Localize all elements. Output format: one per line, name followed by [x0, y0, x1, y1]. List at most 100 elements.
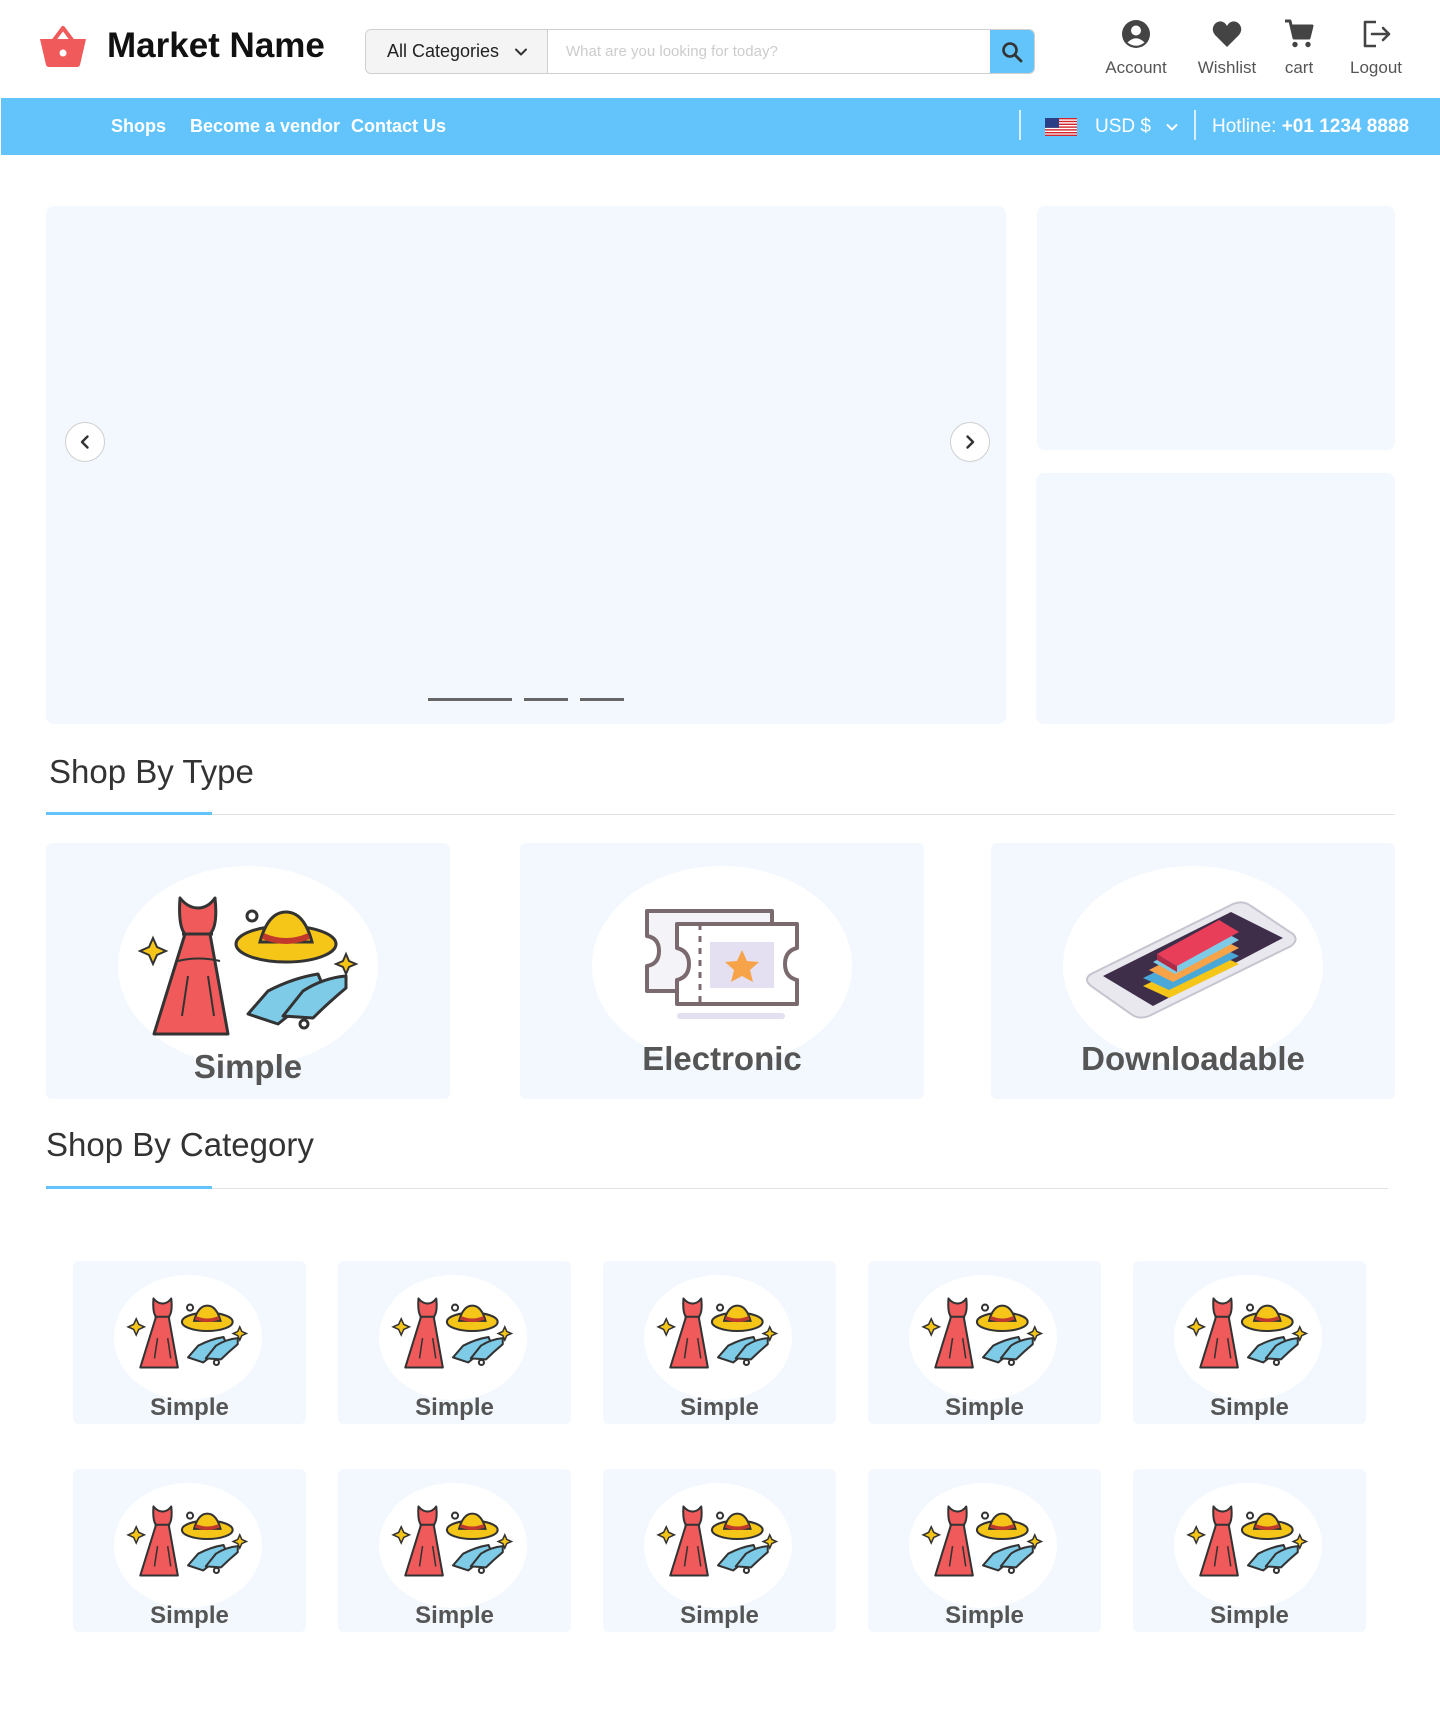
nav-divider [1019, 110, 1021, 140]
hero-carousel [46, 206, 1006, 724]
category-card-label: Simple [945, 1602, 1024, 1629]
search-bar: All Categories [365, 29, 1035, 74]
category-card-circle [909, 1483, 1057, 1608]
type-card-circle [592, 866, 852, 1066]
category-card-circle [1174, 1275, 1322, 1400]
account-button[interactable]: Account [1090, 18, 1182, 78]
chevron-right-icon [966, 435, 975, 449]
category-card-circle [379, 1483, 527, 1608]
type-card-circle [118, 866, 378, 1066]
basket-logo-icon [40, 26, 86, 67]
fashion-dress-hat-shoes-icon [921, 1297, 1044, 1369]
category-card[interactable]: Simple [868, 1261, 1101, 1424]
category-select-label: All Categories [387, 41, 500, 61]
type-card-electronic[interactable]: Electronic [520, 843, 924, 1099]
fashion-dress-hat-shoes-icon [1186, 1297, 1309, 1369]
category-card[interactable]: Simple [338, 1261, 571, 1424]
site-header: Market Name All Categories Account Wishl… [0, 0, 1440, 97]
category-card-label: Simple [415, 1394, 494, 1421]
account-label: Account [1105, 58, 1167, 77]
category-card-circle [379, 1275, 527, 1400]
shop-by-category-title: Shop By Category [46, 1126, 314, 1163]
logout-label: Logout [1350, 58, 1402, 77]
category-card[interactable]: Simple [1133, 1469, 1366, 1632]
category-card-label: Simple [945, 1394, 1024, 1421]
carousel-indicators [428, 698, 624, 701]
category-card-label: Simple [1210, 1602, 1289, 1629]
hotline-label: Hotline: [1212, 116, 1277, 137]
category-card[interactable]: Simple [603, 1261, 836, 1424]
side-banner-bottom[interactable] [1036, 473, 1395, 724]
carousel-next-button[interactable] [950, 422, 990, 462]
wishlist-label: Wishlist [1197, 58, 1257, 77]
category-select[interactable]: All Categories [366, 30, 548, 73]
type-card-label: Downloadable [1081, 1040, 1305, 1077]
fashion-dress-hat-shoes-icon [126, 1297, 249, 1369]
category-card-circle [909, 1275, 1057, 1400]
cart-button[interactable]: cart [1278, 18, 1320, 78]
shop-by-type-title: Shop By Type [49, 753, 254, 790]
fashion-dress-hat-shoes-icon [656, 1505, 779, 1577]
type-card-label: Simple [193, 1048, 303, 1085]
category-card-circle [644, 1275, 792, 1400]
chevron-down-icon [1166, 123, 1178, 130]
logout-button[interactable]: Logout [1344, 18, 1408, 78]
wishlist-button[interactable]: Wishlist [1190, 18, 1264, 78]
category-card-label: Simple [680, 1394, 759, 1421]
category-card-circle [114, 1275, 262, 1400]
side-banner-top[interactable] [1037, 206, 1395, 450]
hotline: Hotline: +01 1234 8888 [1212, 98, 1409, 155]
fashion-dress-hat-shoes-icon [391, 1505, 514, 1577]
category-card-circle [1174, 1483, 1322, 1608]
carousel-dot[interactable] [524, 698, 568, 701]
hotline-number[interactable]: +01 1234 8888 [1282, 116, 1409, 137]
logout-icon [1363, 20, 1391, 48]
fashion-dress-hat-shoes-icon [656, 1297, 779, 1369]
market-name: Market Name [107, 26, 325, 65]
fashion-dress-hat-shoes-icon [126, 1505, 249, 1577]
category-card[interactable]: Simple [603, 1469, 836, 1632]
nav-link-shops[interactable]: Shops [111, 98, 166, 155]
nav-link-become-vendor[interactable]: Become a vendor [190, 98, 340, 155]
category-card-label: Simple [1210, 1394, 1289, 1421]
ticket-star-icon [645, 909, 799, 1019]
section-accent-underline [46, 812, 212, 815]
section-divider [46, 814, 1395, 815]
category-card-circle [644, 1483, 792, 1608]
fashion-dress-hat-shoes-icon [391, 1297, 514, 1369]
nav-link-contact-us[interactable]: Contact Us [351, 98, 446, 155]
account-circle-icon [1122, 20, 1150, 48]
logo[interactable]: Market Name [38, 24, 325, 68]
fashion-dress-hat-shoes-icon [1186, 1505, 1309, 1577]
section-accent-underline [46, 1186, 212, 1189]
fashion-dress-hat-shoes-icon [137, 896, 359, 1036]
type-card-label: Electronic [642, 1040, 802, 1077]
category-card[interactable]: Simple [868, 1469, 1101, 1632]
carousel-prev-button[interactable] [65, 422, 105, 462]
category-card-label: Simple [415, 1602, 494, 1629]
cart-label: cart [1284, 58, 1314, 77]
category-card-label: Simple [680, 1602, 759, 1629]
phone-books-icon [1086, 901, 1297, 1019]
category-card-label: Simple [150, 1394, 229, 1421]
carousel-dot[interactable] [580, 698, 624, 701]
category-card[interactable]: Simple [73, 1261, 306, 1424]
section-divider [46, 1188, 1388, 1189]
type-card-downloadable[interactable]: Downloadable [991, 843, 1395, 1099]
category-card-label: Simple [150, 1602, 229, 1629]
type-card-circle [1063, 866, 1323, 1066]
category-card[interactable]: Simple [1133, 1261, 1366, 1424]
nav-bar: Shops Become a vendor Contact Us USD $ H… [1, 98, 1440, 155]
type-card-simple[interactable]: Simple [46, 843, 450, 1099]
search-button[interactable] [990, 30, 1034, 73]
cart-icon [1285, 19, 1314, 48]
heart-icon [1212, 21, 1242, 47]
carousel-dot-active[interactable] [428, 698, 512, 701]
category-card[interactable]: Simple [73, 1469, 306, 1632]
search-input[interactable] [548, 30, 990, 73]
chevron-left-icon [80, 435, 89, 449]
category-card[interactable]: Simple [338, 1469, 571, 1632]
search-icon [1002, 41, 1023, 62]
category-card-circle [114, 1483, 262, 1608]
currency-select[interactable]: USD $ [1045, 98, 1179, 155]
